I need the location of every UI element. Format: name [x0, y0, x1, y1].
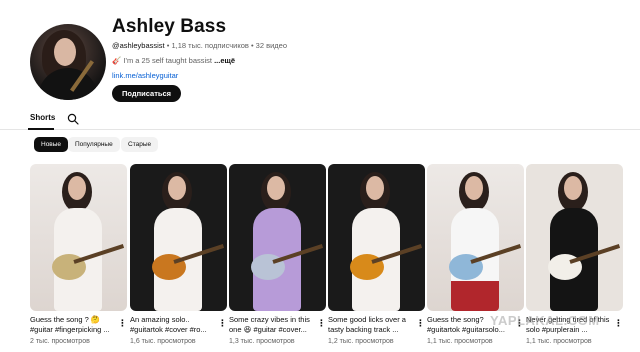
- thumb-face: [465, 176, 483, 200]
- short-title[interactable]: Guess the song ? 🤔 #guitar #fingerpickin…: [30, 315, 116, 336]
- channel-description[interactable]: 🎸 I'm a 25 self taught bassist ...ещё: [112, 56, 235, 65]
- thumb-face: [366, 176, 384, 200]
- more-options-icon[interactable]: ⋮: [118, 317, 127, 329]
- thumb-face: [564, 176, 582, 200]
- short-thumbnail[interactable]: [130, 164, 227, 311]
- chip-oldest[interactable]: Старые: [121, 137, 159, 152]
- subscribe-button[interactable]: Подписаться: [112, 85, 182, 102]
- channel-header: Ashley Bass @ashleybassist • 1,18 тыс. п…: [30, 14, 630, 106]
- search-icon[interactable]: [67, 113, 79, 125]
- short-thumbnail[interactable]: [229, 164, 326, 311]
- tab-shorts[interactable]: Shorts: [30, 113, 55, 122]
- chip-newest[interactable]: Новые: [34, 137, 69, 152]
- more-link[interactable]: ...ещё: [214, 56, 235, 65]
- more-options-icon[interactable]: ⋮: [614, 317, 623, 329]
- subscriber-count: 1,18 тыс. подписчиков: [171, 41, 249, 50]
- channel-handle: @ashleybassist: [112, 41, 165, 50]
- chip-popular[interactable]: Популярные: [68, 137, 120, 152]
- thumb-face: [267, 176, 285, 200]
- short-views: 1,2 тыс. просмотров: [328, 338, 394, 345]
- short-title[interactable]: Some good licks over a tasty backing tra…: [328, 315, 414, 336]
- avatar-face: [54, 38, 76, 66]
- short-thumbnail[interactable]: [328, 164, 425, 311]
- more-options-icon[interactable]: ⋮: [416, 317, 425, 329]
- channel-name: Ashley Bass: [112, 16, 227, 37]
- short-card[interactable]: Some good licks over a tasty backing tra…: [328, 164, 425, 352]
- thumb-face: [68, 176, 86, 200]
- video-count: 32 видео: [255, 41, 287, 50]
- channel-meta: @ashleybassist • 1,18 тыс. подписчиков •…: [112, 41, 287, 50]
- short-views: 1,1 тыс. просмотров: [526, 338, 592, 345]
- short-thumbnail[interactable]: [30, 164, 127, 311]
- more-options-icon[interactable]: ⋮: [218, 317, 227, 329]
- watermark: YAPLAKAL.COM: [490, 313, 600, 328]
- short-title[interactable]: Some crazy vibes in this one 😆 #guitar #…: [229, 315, 315, 336]
- short-thumbnail[interactable]: [526, 164, 623, 311]
- more-options-icon[interactable]: ⋮: [317, 317, 326, 329]
- channel-link[interactable]: link.me/ashleyguitar: [112, 71, 178, 80]
- short-thumbnail[interactable]: [427, 164, 524, 311]
- short-card[interactable]: Guess the song ? 🤔 #guitar #fingerpickin…: [30, 164, 127, 352]
- short-views: 1,1 тыс. просмотров: [427, 338, 493, 345]
- short-views: 1,6 тыс. просмотров: [130, 338, 196, 345]
- thumb-face: [168, 176, 186, 200]
- description-text: I'm a 25 self taught bassist: [123, 56, 212, 65]
- short-views: 1,3 тыс. просмотров: [229, 338, 295, 345]
- short-card[interactable]: An amazing solo.. #guitartok #cover #ro.…: [130, 164, 227, 352]
- short-title[interactable]: An amazing solo.. #guitartok #cover #ro.…: [130, 315, 216, 336]
- short-views: 2 тыс. просмотров: [30, 338, 90, 345]
- active-tab-indicator: [28, 128, 54, 130]
- channel-avatar[interactable]: [30, 24, 106, 100]
- channel-tabs: Shorts: [0, 108, 640, 130]
- guitar-emoji-icon: 🎸: [112, 56, 122, 65]
- short-card[interactable]: Some crazy vibes in this one 😆 #guitar #…: [229, 164, 326, 352]
